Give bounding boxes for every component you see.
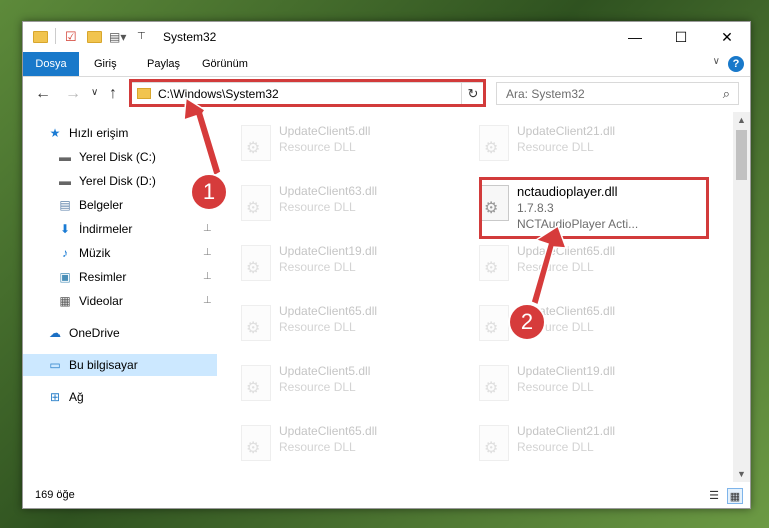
arrow-2 [530,224,568,307]
annotation-arrows [183,96,568,307]
step-1-badge: 1 [190,173,228,211]
step-2-badge: 2 [508,303,546,341]
arrow-1 [183,96,222,178]
